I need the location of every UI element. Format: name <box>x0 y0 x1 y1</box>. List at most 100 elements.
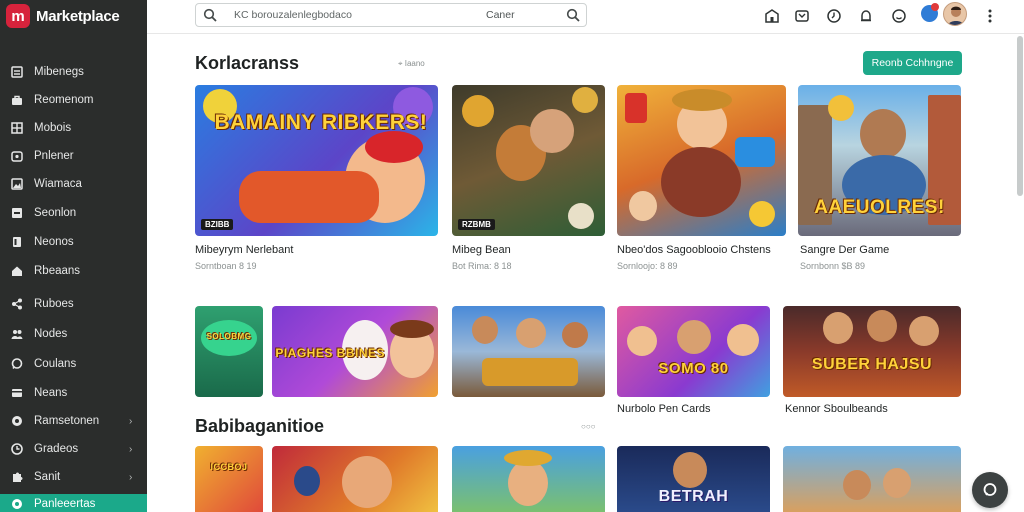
sidebar-item-rbeaans[interactable]: Rbeaans <box>0 259 147 283</box>
home-icon <box>10 264 24 278</box>
bag-icon <box>10 93 24 107</box>
game-card[interactable]: AAEUOLRES! <box>798 85 961 236</box>
sidebar-item-label: Seonlon <box>34 207 77 219</box>
game-thumbnail: BETRAH <box>617 446 770 512</box>
search-icon[interactable] <box>203 8 217 27</box>
chat-icon <box>10 357 24 371</box>
game-card[interactable]: SOLOBMG <box>195 306 263 397</box>
search-scope[interactable]: Caner <box>486 9 515 21</box>
game-thumbnail: ICCBOJ <box>195 446 263 512</box>
sidebar-item-label: Sanit <box>34 471 61 483</box>
sidebar-item-label: Ramsetonen <box>34 415 100 427</box>
sidebar-item-mibenegs[interactable]: Mibenegs <box>0 60 147 84</box>
sidebar-item-nodes[interactable]: Nodes <box>0 322 147 346</box>
avatar[interactable] <box>943 2 967 26</box>
game-thumbnail <box>783 446 961 512</box>
search-bar[interactable]: KC borouzalenlegbodaco Caner <box>195 3 587 27</box>
sidebar-item-label: Panleeertas <box>34 498 96 510</box>
game-thumbnail: RZBMB <box>452 85 605 236</box>
game-title[interactable]: Mibeyrym Nerlebant <box>195 244 293 256</box>
game-art-title: ICCBOJ <box>210 462 248 472</box>
game-card[interactable] <box>452 446 605 512</box>
wallet-icon[interactable] <box>793 7 811 25</box>
game-card[interactable] <box>452 306 605 397</box>
game-badge: RZBMB <box>458 219 495 230</box>
topbar: KC borouzalenlegbodaco Caner <box>147 0 1024 34</box>
section-meta[interactable]: ○○○ <box>581 422 596 431</box>
game-meta: Sornloojo: 8 89 <box>617 261 678 271</box>
sidebar-item-mobois[interactable]: Mobois <box>0 116 147 140</box>
game-card[interactable]: BAMAINY RIBKERS! BZIBB <box>195 85 438 236</box>
chevron-right-icon[interactable]: › <box>129 416 147 427</box>
notification-badge <box>931 3 939 11</box>
sidebar-item-label: Rbeaans <box>34 265 81 277</box>
game-card[interactable]: BETRAH <box>617 446 770 512</box>
game-thumbnail: AAEUOLRES! <box>798 85 961 236</box>
sidebar-item-label: Mibenegs <box>34 66 84 78</box>
brand-logo: m <box>6 4 30 28</box>
game-card[interactable]: ICCBOJ <box>195 446 263 512</box>
sidebar-item-wiamaca[interactable]: Wiamaca <box>0 172 147 196</box>
scrollbar[interactable] <box>1017 36 1023 196</box>
game-card[interactable] <box>617 85 786 236</box>
game-title[interactable]: Nurbolo Pen Cards <box>617 403 711 415</box>
sidebar-item-pnlener[interactable]: Pnlener <box>0 144 147 168</box>
game-thumbnail <box>617 85 786 236</box>
chat-bubble-icon <box>983 483 997 496</box>
chat-fab-button[interactable] <box>972 472 1008 508</box>
game-thumbnail: SOLOBMG <box>195 306 263 397</box>
game-meta: Sornbonn $B 89 <box>800 261 866 271</box>
history-icon[interactable] <box>825 7 843 25</box>
sidebar-item-neonos[interactable]: Neonos <box>0 230 147 254</box>
game-card[interactable]: RZBMB <box>452 85 605 236</box>
game-card[interactable]: PIAGHES BBINES <box>272 306 438 397</box>
sidebar-item-ruboes[interactable]: Ruboes <box>0 292 147 316</box>
search-submit-icon[interactable] <box>566 8 580 27</box>
sidebar-item-reomenom[interactable]: Reomenom <box>0 88 147 112</box>
sidebar-item-gradeos[interactable]: Gradeos › <box>0 437 147 461</box>
sidebar-item-label: Pnlener <box>34 150 74 162</box>
game-badge: BZIBB <box>201 219 234 230</box>
game-art-title: BETRAH <box>658 488 729 505</box>
sidebar-item-label: Coulans <box>34 358 77 370</box>
game-title[interactable]: Mibeg Bean <box>452 244 511 256</box>
sidebar-item-sanit[interactable]: Sanit › <box>0 465 147 489</box>
search-input[interactable]: KC borouzalenlegbodaco <box>234 9 352 21</box>
store-icon[interactable] <box>763 7 781 25</box>
game-title[interactable]: Nbeo'dos Sagooblooio Chstens <box>617 244 771 256</box>
sidebar-item-ramsetonen[interactable]: Ramsetonen › <box>0 409 147 433</box>
bell-icon[interactable] <box>857 7 875 25</box>
game-title[interactable]: Kennor Sboulbeands <box>785 403 888 415</box>
game-card[interactable]: SUBER HAJSU <box>783 306 961 397</box>
sidebar-item-label: Gradeos <box>34 443 79 455</box>
clock-icon <box>10 442 24 456</box>
primary-action-button[interactable]: Reonb Cchhngne <box>863 51 962 75</box>
smile-icon[interactable] <box>890 7 908 25</box>
dashboard-icon <box>10 65 24 79</box>
sidebar-item-seonlon[interactable]: Seonlon <box>0 201 147 225</box>
gallery-icon <box>10 177 24 191</box>
game-thumbnail: BAMAINY RIBKERS! BZIBB <box>195 85 438 236</box>
sidebar-item-neans[interactable]: Neans <box>0 381 147 405</box>
section-meta[interactable]: ⌖ Iaano <box>398 59 425 69</box>
sidebar-item-label: Neonos <box>34 236 74 248</box>
game-card[interactable] <box>272 446 438 512</box>
sidebar-item-coulans[interactable]: Coulans <box>0 352 147 376</box>
game-thumbnail <box>452 446 605 512</box>
section-title: Babibaganitioe <box>195 416 325 436</box>
brand-name: Marketplace <box>36 7 120 25</box>
more-vert-icon[interactable] <box>981 7 999 25</box>
circle-icon <box>10 414 24 428</box>
book-icon <box>10 235 24 249</box>
card-icon <box>10 386 24 400</box>
game-art-title: SOMO 80 <box>658 360 729 377</box>
game-title[interactable]: Sangre Der Game <box>800 244 889 256</box>
chevron-right-icon[interactable]: › <box>129 444 147 455</box>
game-art-title: AAEUOLRES! <box>814 197 945 218</box>
sidebar-item-panleeertas[interactable]: Panleeertas <box>0 494 147 512</box>
game-card[interactable] <box>783 446 961 512</box>
share-icon <box>10 297 24 311</box>
brand[interactable]: m Marketplace <box>6 4 120 28</box>
game-card[interactable]: SOMO 80 <box>617 306 770 397</box>
chevron-right-icon[interactable]: › <box>129 472 147 483</box>
